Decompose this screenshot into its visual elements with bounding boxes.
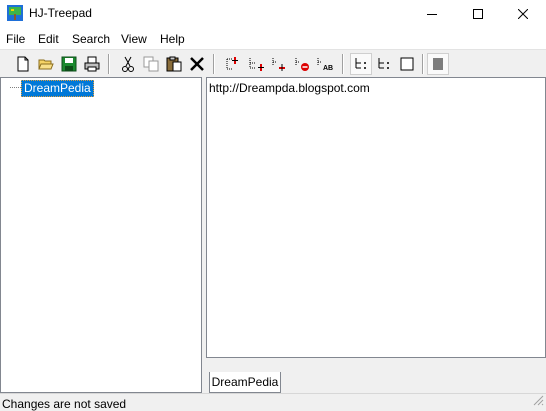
print-icon[interactable] xyxy=(81,53,103,75)
menu-edit[interactable]: Edit xyxy=(38,32,59,46)
tree-connector xyxy=(10,87,21,88)
toolbar-separator xyxy=(213,54,215,74)
word-wrap-icon[interactable] xyxy=(427,53,449,75)
delete-icon[interactable] xyxy=(186,53,208,75)
add-child-node-icon[interactable] xyxy=(245,53,267,75)
editor-pane[interactable]: http://Dreampda.blogspot.com xyxy=(206,77,546,358)
editor-text[interactable]: http://Dreampda.blogspot.com xyxy=(209,81,370,95)
open-folder-icon[interactable] xyxy=(35,53,57,75)
menu-help[interactable]: Help xyxy=(160,32,185,46)
close-button[interactable] xyxy=(500,0,546,28)
toolbar-separator xyxy=(422,54,424,74)
status-bar: Changes are not saved xyxy=(0,393,546,411)
save-icon[interactable] xyxy=(58,53,80,75)
menu-bar: File Edit Search View Help xyxy=(0,28,546,49)
add-node-icon[interactable] xyxy=(222,53,244,75)
tree-pane[interactable]: DreamPedia xyxy=(0,77,202,393)
app-tree-icon xyxy=(7,5,23,21)
tab-label: DreamPedia xyxy=(211,375,279,389)
tab-strip: DreamPedia xyxy=(206,358,546,393)
delete-node-icon[interactable] xyxy=(291,53,313,75)
tree-node-dreampedia[interactable]: DreamPedia xyxy=(21,80,94,97)
paste-icon[interactable] xyxy=(163,53,185,75)
insert-node-icon[interactable] xyxy=(268,53,290,75)
status-text: Changes are not saved xyxy=(2,397,127,411)
new-file-icon[interactable] xyxy=(12,53,34,75)
toolbar: AB xyxy=(0,49,546,77)
tree-view-icon[interactable] xyxy=(350,53,372,75)
menu-file[interactable]: File xyxy=(6,32,25,46)
copy-icon[interactable] xyxy=(140,53,162,75)
article-view-icon[interactable] xyxy=(396,53,418,75)
menu-view[interactable]: View xyxy=(121,32,147,46)
cut-icon[interactable] xyxy=(117,53,139,75)
tab-dreampedia[interactable]: DreamPedia xyxy=(209,372,281,393)
sort-nodes-icon[interactable]: AB xyxy=(314,53,336,75)
toolbar-separator xyxy=(108,54,110,74)
minimize-button[interactable] xyxy=(409,0,455,28)
menu-search[interactable]: Search xyxy=(72,32,110,46)
resize-grip-icon[interactable] xyxy=(533,395,544,409)
tree-view-alt-icon[interactable] xyxy=(373,53,395,75)
window-title: HJ-Treepad xyxy=(29,6,92,20)
title-bar: HJ-Treepad xyxy=(0,0,546,28)
svg-text:AB: AB xyxy=(323,65,333,72)
toolbar-separator xyxy=(342,54,344,74)
maximize-button[interactable] xyxy=(455,0,501,28)
